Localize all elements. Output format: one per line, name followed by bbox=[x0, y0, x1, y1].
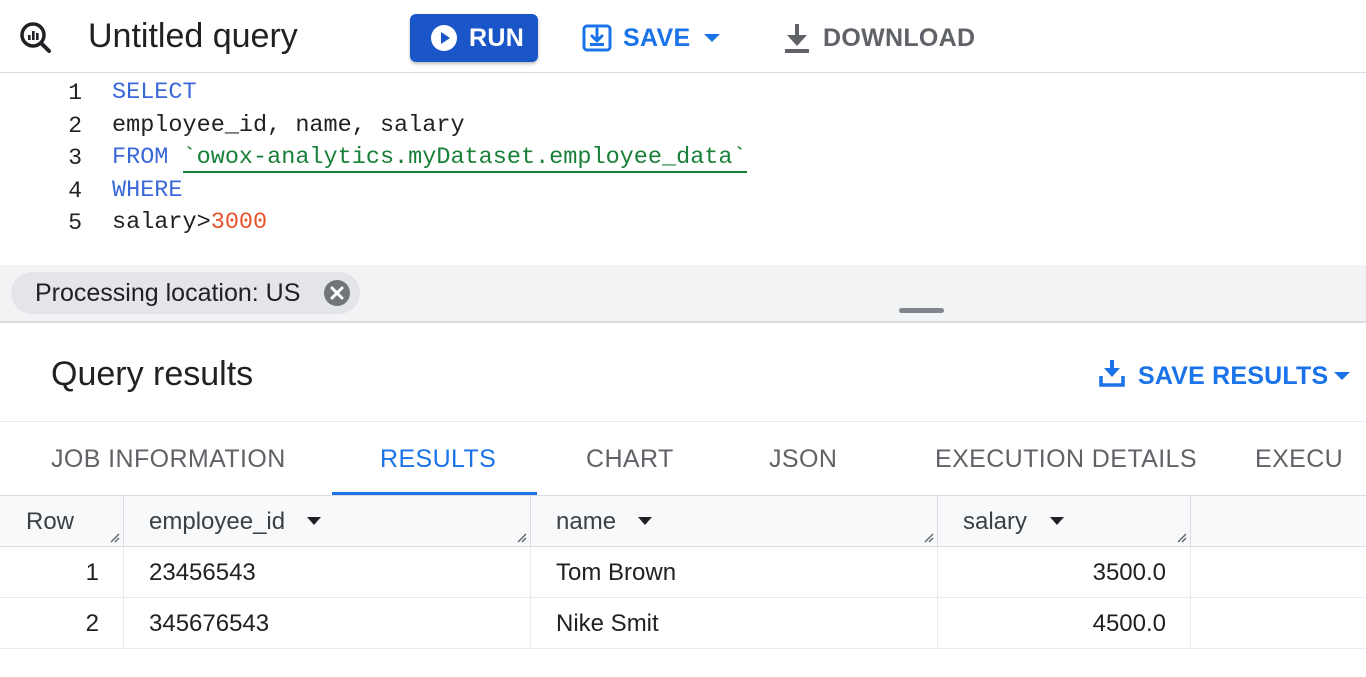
sql-text: salary> bbox=[112, 209, 211, 236]
tab-results[interactable]: RESULTS bbox=[380, 444, 496, 474]
run-button-label: RUN bbox=[469, 24, 525, 52]
code-line[interactable]: FROM `owox-analytics.myDataset.employee_… bbox=[112, 142, 747, 175]
name-cell[interactable]: Nike Smit bbox=[531, 598, 938, 648]
table-row[interactable]: 2 345676543 Nike Smit 4500.0 bbox=[0, 598, 1366, 649]
save-results-label: SAVE RESULTS bbox=[1138, 362, 1329, 390]
sql-keyword: WHERE bbox=[112, 176, 183, 204]
employee-id-cell[interactable]: 23456543 bbox=[124, 547, 531, 597]
line-number: 1 bbox=[68, 80, 82, 106]
play-icon bbox=[431, 25, 457, 51]
tab-job-information[interactable]: JOB INFORMATION bbox=[51, 444, 286, 474]
salary-cell[interactable]: 3500.0 bbox=[938, 547, 1191, 597]
column-header-employee-id[interactable]: employee_id bbox=[124, 496, 531, 546]
column-header-label: Row bbox=[26, 508, 75, 535]
caret-down-icon bbox=[704, 34, 720, 42]
results-table: Row employee_id name salary 1 23456543 T… bbox=[0, 496, 1366, 677]
sort-caret-icon[interactable] bbox=[1049, 516, 1065, 526]
column-resize-icon[interactable] bbox=[515, 531, 527, 543]
tab-execution-graph[interactable]: EXECU bbox=[1255, 444, 1343, 474]
table-row[interactable]: 1 23456543 Tom Brown 3500.0 bbox=[0, 547, 1366, 598]
tab-chart[interactable]: CHART bbox=[586, 444, 674, 474]
sql-keyword: SELECT bbox=[112, 79, 197, 106]
caret-down-icon bbox=[1334, 372, 1350, 380]
name-cell[interactable]: Tom Brown bbox=[531, 547, 938, 597]
sql-keyword: FROM bbox=[112, 144, 183, 171]
line-number-gutter: 12345 bbox=[40, 77, 82, 240]
panel-resize-handle[interactable] bbox=[899, 308, 944, 313]
column-resize-icon[interactable] bbox=[108, 531, 120, 543]
processing-location-label: Processing location: US bbox=[35, 279, 301, 307]
editor-gutter-fill bbox=[0, 235, 112, 265]
tab-json[interactable]: JSON bbox=[769, 444, 837, 474]
column-header-row[interactable]: Row bbox=[0, 496, 124, 546]
column-resize-icon[interactable] bbox=[922, 531, 934, 543]
save-icon bbox=[582, 24, 612, 52]
run-button[interactable]: RUN bbox=[410, 14, 538, 62]
cell-text: 23456543 bbox=[149, 559, 256, 586]
code-line[interactable]: employee_id, name, salary bbox=[112, 110, 747, 143]
sql-number: 3000 bbox=[210, 209, 268, 236]
column-header-label: employee_id bbox=[149, 508, 286, 535]
query-toolbar: Untitled query RUN SAVE DOWNLOAD bbox=[0, 0, 1366, 73]
processing-location-chip[interactable]: Processing location: US bbox=[11, 272, 360, 314]
cell-text: 345676543 bbox=[149, 610, 270, 637]
sql-code[interactable]: SELECT employee_id, name, salary FROM `owo… bbox=[112, 77, 747, 240]
tab-execution-details[interactable]: EXECUTION DETAILS bbox=[935, 444, 1197, 474]
cell-text: 3500.0 bbox=[1092, 559, 1166, 586]
salary-cell[interactable]: 4500.0 bbox=[938, 598, 1191, 648]
save-button-label: SAVE bbox=[623, 24, 691, 52]
sort-caret-icon[interactable] bbox=[306, 516, 322, 526]
query-results-title: Query results bbox=[51, 355, 254, 393]
download-icon bbox=[785, 24, 809, 53]
cell-text: 1 bbox=[85, 559, 99, 586]
cell-text: 4500.0 bbox=[1092, 610, 1166, 637]
code-line[interactable]: WHERE bbox=[112, 175, 747, 208]
download-icon bbox=[1099, 360, 1125, 387]
cell-text: Nike Smit bbox=[556, 610, 659, 637]
column-resize-icon[interactable] bbox=[1175, 531, 1187, 543]
sql-text: employee_id, name, salary bbox=[112, 111, 465, 139]
employee-id-cell[interactable]: 345676543 bbox=[124, 598, 531, 648]
line-number: 2 bbox=[68, 112, 82, 139]
cell-text: 2 bbox=[85, 610, 99, 637]
line-number: 4 bbox=[68, 177, 82, 204]
row-number-cell: 1 bbox=[0, 547, 124, 597]
column-header-salary[interactable]: salary bbox=[938, 496, 1191, 546]
row-number-cell: 2 bbox=[0, 598, 124, 648]
table-header-row: Row employee_id name salary bbox=[0, 496, 1366, 547]
line-number: 3 bbox=[68, 145, 82, 171]
download-button-label: DOWNLOAD bbox=[823, 24, 976, 52]
panel-divider bbox=[0, 321, 1366, 323]
query-title[interactable]: Untitled query bbox=[88, 16, 298, 56]
query-magnifier-icon bbox=[20, 22, 51, 53]
column-header-name[interactable]: name bbox=[531, 496, 938, 546]
tabs-top-border bbox=[0, 421, 1366, 422]
code-line[interactable]: SELECT bbox=[112, 77, 747, 110]
sql-table-reference: `owox-analytics.myDataset.employee_data` bbox=[182, 144, 747, 173]
sort-caret-icon[interactable] bbox=[637, 516, 653, 526]
code-line[interactable]: salary>3000 bbox=[112, 207, 747, 240]
sql-editor[interactable]: 12345 SELECT employee_id, name, salary FRO… bbox=[0, 73, 1366, 265]
column-header-label: name bbox=[556, 508, 617, 535]
cell-text: Tom Brown bbox=[556, 559, 677, 586]
close-circle-icon[interactable] bbox=[323, 279, 351, 307]
column-header-label: salary bbox=[963, 508, 1028, 535]
